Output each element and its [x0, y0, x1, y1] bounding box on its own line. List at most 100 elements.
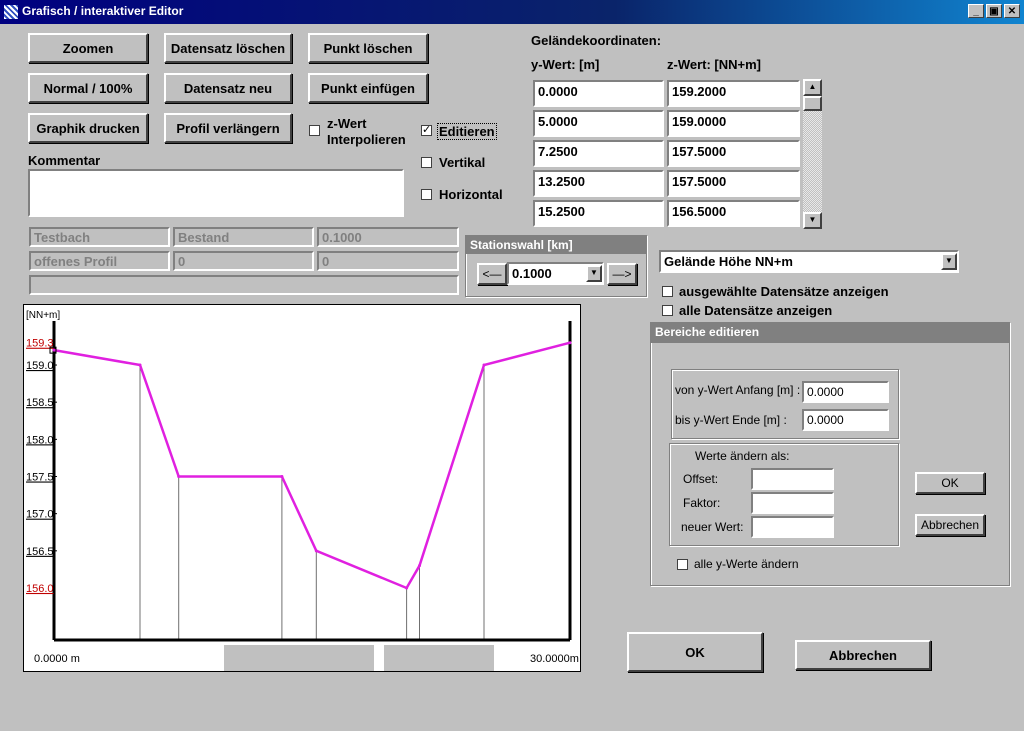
- info-wert1: 0: [173, 251, 314, 271]
- y-tick-label: 157.0: [26, 509, 54, 521]
- graphik-drucken-button[interactable]: Graphik drucken: [28, 113, 148, 143]
- y-header: y-Wert: [m]: [531, 57, 600, 72]
- info-zustand: Bestand: [173, 227, 314, 247]
- alle-datensaetze-label: alle Datensätze anzeigen: [679, 303, 833, 318]
- vertikal-label: Vertikal: [439, 155, 486, 170]
- close-button[interactable]: ✕: [1004, 4, 1020, 18]
- stationswahl-title: Stationswahl [km]: [466, 236, 646, 254]
- punkt-einfuegen-button[interactable]: Punkt einfügen: [308, 73, 428, 103]
- profile-point: [405, 586, 409, 590]
- z-value-cell[interactable]: 156.5000: [667, 200, 800, 227]
- vertikal-checkbox[interactable]: [421, 157, 432, 168]
- editieren-label: Editieren: [437, 123, 497, 140]
- bereiche-ok-button[interactable]: OK: [915, 472, 985, 494]
- profile-point: [568, 341, 572, 345]
- datensatz-loeschen-button[interactable]: Datensatz löschen: [164, 33, 292, 63]
- chart-svg: 159.0 158.5 158.0 157.5 157.0 156.5 159.3 156.0…: [26, 310, 579, 665]
- bis-label: bis y-Wert Ende [m] :: [675, 413, 787, 427]
- ok-button[interactable]: OK: [627, 632, 763, 672]
- scroll-thumb[interactable]: [803, 96, 822, 111]
- y-tick-label: 159.0: [26, 360, 54, 372]
- app-icon: [4, 5, 18, 19]
- y-value-cell[interactable]: 5.0000: [533, 110, 664, 137]
- profile-point: [138, 363, 142, 367]
- x-end-label: 30.0000m: [530, 653, 579, 665]
- punkt-loeschen-button[interactable]: Punkt löschen: [308, 33, 428, 63]
- station-prev-button[interactable]: <—: [477, 263, 507, 285]
- y-tick-label: 158.5: [26, 397, 54, 409]
- faktor-label: Faktor:: [683, 496, 721, 510]
- z-value-cell[interactable]: 157.5000: [667, 170, 800, 197]
- neuer-wert-label: neuer Wert:: [681, 520, 744, 534]
- alle-datensaetze-checkbox[interactable]: [662, 305, 673, 316]
- datensatz-neu-button[interactable]: Datensatz neu: [164, 73, 292, 103]
- normal-100-button[interactable]: Normal / 100%: [28, 73, 148, 103]
- kommentar-input[interactable]: [28, 169, 404, 217]
- info-statusline: [29, 275, 459, 295]
- kommentar-label: Kommentar: [28, 153, 101, 168]
- abbrechen-button[interactable]: Abbrechen: [795, 640, 931, 670]
- chevron-down-icon[interactable]: ▼: [586, 265, 602, 282]
- interpolieren-label: Interpolieren: [327, 132, 406, 147]
- alle-y-werte-label: alle y-Werte ändern: [694, 557, 799, 571]
- y-tick-label: 158.0: [26, 434, 54, 446]
- z-value-cell[interactable]: 159.2000: [667, 80, 800, 107]
- profile-line: [53, 341, 571, 590]
- ausgewaehlte-label: ausgewählte Datensätze anzeigen: [679, 284, 889, 299]
- chart-scroll-segment-1[interactable]: [224, 645, 374, 671]
- y-value-cell[interactable]: 13.2500: [533, 170, 664, 197]
- y-value-cell[interactable]: 7.2500: [533, 140, 664, 167]
- y-axis-unit-label: [NN+m]: [26, 310, 60, 321]
- coords-title: Geländekoordinaten:: [531, 33, 662, 48]
- x-start-label: 0.0000 m: [34, 653, 80, 665]
- offset-label: Offset:: [683, 472, 719, 486]
- minimize-button[interactable]: _: [968, 4, 984, 18]
- gelaende-select[interactable]: Gelände Höhe NN+m ▼: [659, 250, 959, 273]
- scroll-down-icon[interactable]: ▼: [803, 212, 822, 229]
- von-input[interactable]: 0.0000: [802, 381, 889, 403]
- alle-y-werte-checkbox[interactable]: [677, 559, 688, 570]
- zoomen-button[interactable]: Zoomen: [28, 33, 148, 63]
- scroll-up-icon[interactable]: ▲: [803, 79, 822, 96]
- z-value-cell[interactable]: 159.0000: [667, 110, 800, 137]
- z-interpolieren-checkbox[interactable]: [309, 125, 320, 136]
- station-value: 0.1000: [512, 266, 552, 281]
- maximize-button[interactable]: ▣: [986, 4, 1002, 18]
- info-gewaesser: Testbach: [29, 227, 170, 247]
- profile-point: [418, 564, 421, 568]
- bereiche-abbrechen-button[interactable]: Abbrechen: [915, 514, 985, 536]
- y-marked-label: 159.3: [26, 338, 54, 350]
- chart-scroll-segment-2[interactable]: [384, 645, 494, 671]
- station-next-button[interactable]: —>: [607, 263, 637, 285]
- profile-point: [52, 348, 56, 352]
- ausgewaehlte-checkbox[interactable]: [662, 286, 673, 297]
- bis-input[interactable]: 0.0000: [802, 409, 889, 431]
- neuer-wert-input[interactable]: [751, 516, 834, 538]
- coords-scrollbar[interactable]: ▲ ▼: [803, 79, 822, 229]
- faktor-input[interactable]: [751, 492, 834, 514]
- horizontal-checkbox[interactable]: [421, 189, 432, 200]
- von-label: von y-Wert Anfang [m] :: [675, 383, 801, 397]
- profile-point: [482, 363, 486, 367]
- profil-verlaengern-button[interactable]: Profil verlängern: [164, 113, 292, 143]
- info-wert2: 0: [317, 251, 459, 271]
- gelaende-select-value: Gelände Höhe NN+m: [664, 254, 793, 269]
- profile-point: [177, 475, 181, 478]
- z-header: z-Wert: [NN+m]: [667, 57, 762, 72]
- horizontal-label: Horizontal: [439, 187, 503, 202]
- offset-input[interactable]: [751, 468, 834, 490]
- info-profiltyp: offenes Profil: [29, 251, 170, 271]
- y-value-cell[interactable]: 15.2500: [533, 200, 664, 227]
- y-tick-label: 156.5: [26, 546, 54, 558]
- z-wert-label: z-Wert: [327, 116, 367, 131]
- title-bar: Grafisch / interaktiver Editor _ ▣ ✕: [0, 0, 1024, 24]
- editieren-checkbox[interactable]: ✓: [421, 125, 432, 136]
- station-select[interactable]: 0.1000 ▼: [507, 262, 604, 285]
- bereiche-title: Bereiche editieren: [651, 323, 1009, 343]
- profile-chart[interactable]: 159.0 158.5 158.0 157.5 157.0 156.5 159.3 156.0…: [23, 304, 581, 672]
- z-value-cell[interactable]: 157.5000: [667, 140, 800, 167]
- profile-point: [314, 549, 318, 553]
- y-value-cell[interactable]: 0.0000: [533, 80, 664, 107]
- profile-point: [280, 475, 284, 478]
- chevron-down-icon[interactable]: ▼: [941, 253, 957, 270]
